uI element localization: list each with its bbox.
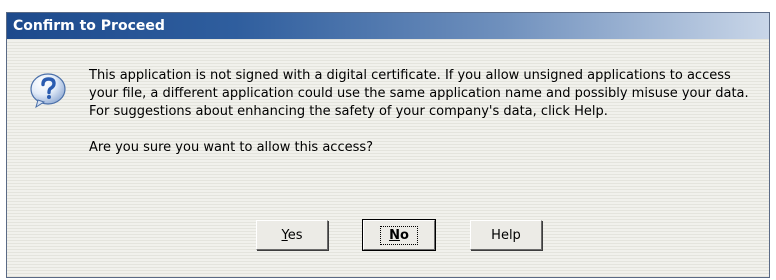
no-focus-label: No (380, 225, 418, 245)
yes-label-rest: es (287, 227, 303, 243)
confirm-dialog: Confirm to Proceed This application is n… (6, 12, 770, 278)
help-button[interactable]: Help (470, 220, 542, 250)
confirmation-prompt: Are you sure you want to allow this acce… (89, 140, 374, 155)
help-label: Help (491, 227, 521, 243)
dialog-message: This application is not signed with a di… (89, 67, 749, 157)
dialog-title: Confirm to Proceed (13, 18, 165, 34)
no-mnemonic: N (389, 227, 400, 243)
no-label-rest: o (399, 227, 409, 243)
dialog-title-bar[interactable]: Confirm to Proceed (7, 13, 769, 39)
no-button[interactable]: No (362, 219, 436, 251)
question-icon (30, 73, 66, 109)
yes-button[interactable]: Yes (256, 220, 328, 250)
message-text: This application is not signed with a di… (89, 68, 749, 119)
